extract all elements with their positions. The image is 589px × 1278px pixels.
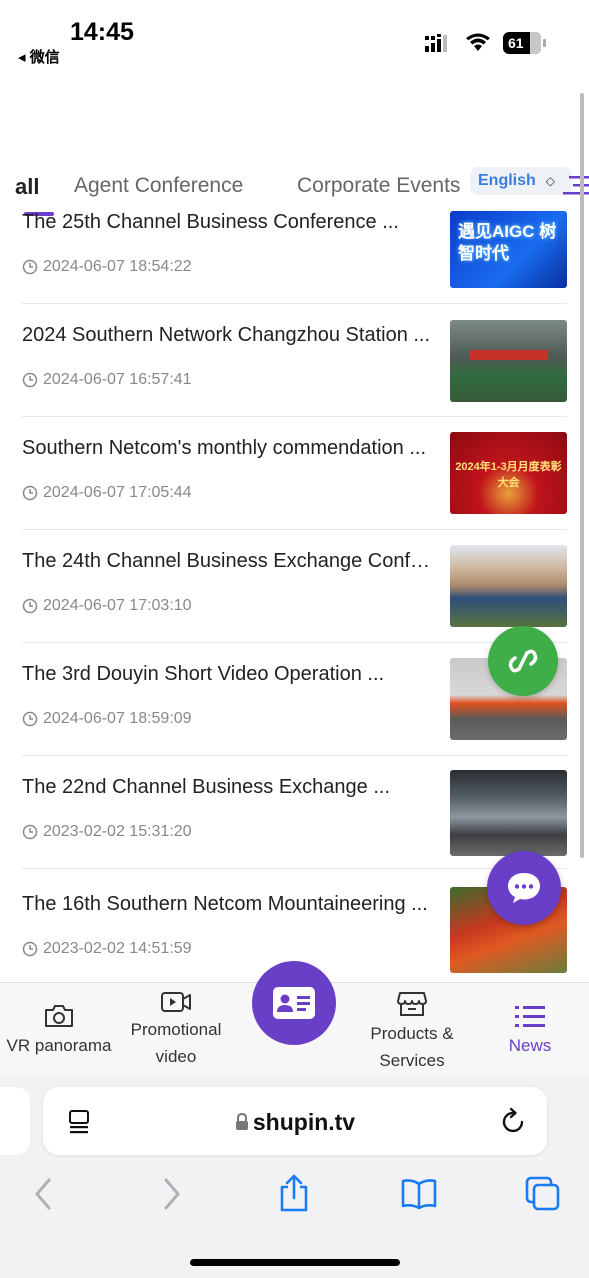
previous-tab-peek[interactable] (0, 1087, 30, 1155)
language-select-value: English (478, 172, 536, 189)
news-date: 2023-02-02 15:31:20 (22, 823, 192, 841)
news-title: The 25th Channel Business Conference ... (22, 211, 399, 233)
list-item[interactable]: The 25th Channel Business Conference ...… (22, 210, 567, 304)
nav-item-business-card[interactable] (252, 961, 336, 1045)
news-thumbnail: 遇见AIGC 树智时代 (450, 211, 567, 288)
clock-icon (22, 598, 38, 614)
news-thumbnail: 2024年1-3月月度表彰大会 (450, 432, 567, 514)
nav-label: News (508, 1036, 552, 1055)
chevron-updown-icon: ◇ (545, 174, 556, 188)
list-item[interactable]: The 3rd Douyin Short Video Operation ...… (22, 643, 567, 756)
news-title: 2024 Southern Network Changzhou Station … (22, 324, 431, 346)
nav-item-promotional-video[interactable]: Promotional video (121, 990, 231, 1070)
news-date: 2024-06-07 17:05:44 (22, 484, 192, 502)
clock-icon (22, 711, 38, 727)
news-date-text: 2024-06-07 17:03:10 (43, 597, 192, 614)
lock-icon (235, 1112, 248, 1130)
news-date: 2024-06-07 18:54:22 (22, 258, 192, 276)
news-date-text: 2023-02-02 14:51:59 (43, 940, 192, 957)
page-scrollbar[interactable] (580, 93, 584, 858)
wifi-icon (466, 33, 490, 51)
news-date: 2023-02-02 14:51:59 (22, 940, 192, 958)
video-icon (161, 992, 191, 1012)
thumbnail-caption: 2024年1-3月月度表彰大会 (455, 461, 562, 489)
news-date-text: 2023-02-02 15:31:20 (43, 823, 192, 840)
nav-label: Products & Services (370, 1024, 454, 1070)
url-text: shupin.tv (252, 1109, 356, 1135)
nav-item-news[interactable]: News (490, 1003, 570, 1059)
list-item[interactable]: The 24th Channel Business Exchange Confe… (22, 530, 567, 643)
status-icons: 61 (425, 32, 546, 54)
back-arrow-icon[interactable] (33, 1177, 53, 1211)
forward-arrow-icon[interactable] (162, 1177, 182, 1211)
nav-item-vr-panorama[interactable]: VR panorama (0, 1003, 118, 1059)
news-date: 2024-06-07 18:59:09 (22, 710, 192, 728)
nav-label: VR panorama (6, 1036, 112, 1055)
list-item[interactable]: The 22nd Channel Business Exchange ... 2… (22, 756, 567, 869)
home-indicator (190, 1259, 400, 1266)
tab-agent-conference[interactable]: Agent Conference (74, 174, 243, 198)
chat-bubble-icon (508, 873, 540, 903)
language-select[interactable]: English ◇ (470, 167, 572, 195)
clock-icon (22, 259, 38, 275)
chat-button[interactable] (487, 851, 561, 925)
battery-indicator: 61 (503, 32, 546, 54)
link-chain-icon (508, 649, 538, 673)
news-thumbnail (450, 320, 567, 402)
nav-label: Promotional video (130, 1020, 222, 1066)
news-thumbnail (450, 545, 567, 627)
clock-icon (22, 372, 38, 388)
status-bar: 14:45 ◂ 微信 61 (0, 0, 589, 75)
store-icon (397, 992, 427, 1016)
list-item[interactable]: Southern Netcom's monthly commendation .… (22, 417, 567, 530)
menu-icon[interactable] (563, 176, 589, 198)
news-title: The 22nd Channel Business Exchange ... (22, 776, 391, 798)
list-item[interactable]: 2024 Southern Network Changzhou Station … (22, 304, 567, 417)
browser-chrome: shupin.tv (0, 1077, 589, 1278)
news-date: 2024-06-07 16:57:41 (22, 371, 192, 389)
clock-icon (22, 485, 38, 501)
news-title: The 24th Channel Business Exchange Confe… (22, 550, 437, 572)
news-title: Southern Netcom's monthly commendation .… (22, 437, 427, 459)
business-card-icon (273, 987, 315, 1019)
back-to-app-link[interactable]: ◂ 微信 (18, 46, 60, 67)
news-date-text: 2024-06-07 16:57:41 (43, 371, 192, 388)
news-title: The 3rd Douyin Short Video Operation ... (22, 663, 385, 685)
reload-icon[interactable] (501, 1107, 527, 1135)
mini-program-button[interactable] (488, 626, 558, 696)
news-thumbnail (450, 770, 567, 856)
news-date-text: 2024-06-07 17:05:44 (43, 484, 192, 501)
news-date: 2024-06-07 17:03:10 (22, 597, 192, 615)
list-icon (515, 1006, 545, 1027)
clock-icon (22, 824, 38, 840)
tab-corporate-events[interactable]: Corporate Events (297, 174, 460, 198)
news-title: The 16th Southern Netcom Mountaineering … (22, 893, 428, 915)
bookmarks-icon[interactable] (400, 1178, 438, 1210)
address-bar[interactable]: shupin.tv (43, 1087, 547, 1155)
cellular-signal-icon (425, 34, 447, 52)
tabs-icon[interactable] (525, 1176, 561, 1212)
tab-all[interactable]: all (15, 174, 39, 200)
clock-icon (22, 941, 38, 957)
nav-item-products-services[interactable]: Products & Services (357, 990, 467, 1074)
share-icon[interactable] (278, 1173, 310, 1213)
news-date-text: 2024-06-07 18:59:09 (43, 710, 192, 727)
url-display: shupin.tv (43, 1109, 547, 1136)
news-date-text: 2024-06-07 18:54:22 (43, 258, 192, 275)
status-time: 14:45 (70, 18, 134, 46)
battery-level: 61 (508, 35, 524, 51)
camera-icon (45, 1005, 73, 1027)
thumbnail-caption: 遇见AIGC 树智时代 (458, 222, 557, 263)
